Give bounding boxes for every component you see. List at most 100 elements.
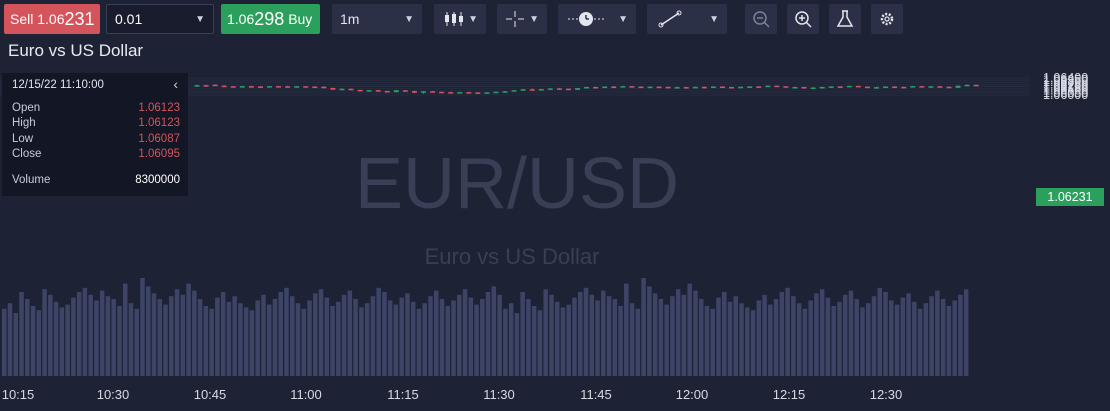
x-tick-label: 12:00 <box>676 387 709 402</box>
volume-bar <box>399 297 404 376</box>
candle-body <box>901 86 907 89</box>
x-tick-label: 10:30 <box>97 387 130 402</box>
candle-body <box>584 86 590 89</box>
candle-body <box>629 86 635 88</box>
volume-bar <box>140 278 145 376</box>
candle-body <box>864 86 870 89</box>
volume-bar <box>243 307 249 376</box>
candle-body <box>457 92 463 94</box>
current-price-badge: 1.06231 <box>1036 188 1104 206</box>
volume-label: Volume <box>12 174 51 186</box>
candle-body <box>611 86 617 89</box>
candle-body <box>738 86 744 89</box>
volume-bar <box>7 303 13 376</box>
volume-bar <box>117 306 122 376</box>
volume-bar <box>762 294 767 376</box>
candle-body <box>620 86 626 88</box>
y-tick-label: 1.06000 <box>1043 88 1088 102</box>
volume-bar <box>284 287 289 376</box>
volume-bar <box>71 297 76 376</box>
candle-body <box>556 88 562 90</box>
candle-body <box>647 86 653 89</box>
volume-bar <box>393 304 399 376</box>
volume-bar <box>272 299 278 376</box>
candle-body <box>792 86 798 89</box>
high-value: 1.06123 <box>138 117 180 129</box>
candle-body <box>248 86 254 88</box>
volume-bar <box>313 293 318 376</box>
candle-body <box>665 86 671 89</box>
volume-bar <box>65 304 70 376</box>
volume-bar <box>232 296 237 376</box>
volume-bar <box>128 303 134 376</box>
candle-body <box>502 91 508 93</box>
volume-bar <box>76 292 82 376</box>
volume-bar <box>266 304 272 376</box>
volume-bar <box>952 300 957 376</box>
candle-body <box>475 92 481 94</box>
volume-bar <box>578 292 583 376</box>
volume-bar <box>779 292 785 376</box>
volume-bar <box>180 294 186 376</box>
volume-bar <box>698 299 704 376</box>
volume-bar <box>848 290 854 376</box>
volume-bar <box>756 300 762 376</box>
volume-bar <box>203 306 209 376</box>
volume-value: 8300000 <box>135 174 180 186</box>
candle-body <box>312 86 318 89</box>
volume-bar <box>318 289 324 376</box>
volume-bar <box>923 303 929 376</box>
candle-body <box>955 85 961 88</box>
price-chart[interactable]: EUR/USDEuro vs US Dollar1.064001.063501.… <box>0 0 1110 411</box>
volume-bar <box>958 294 963 376</box>
volume-bar <box>722 292 727 376</box>
volume-bar <box>606 296 612 376</box>
volume-bar <box>324 297 330 376</box>
candle-body <box>266 86 272 88</box>
volume-bar <box>174 289 180 376</box>
candle-body <box>439 91 445 94</box>
volume-bar <box>773 299 779 376</box>
volume-bar <box>814 293 819 376</box>
candle-body <box>810 87 816 90</box>
candle-body <box>357 89 363 92</box>
candle-body <box>411 91 417 93</box>
volume-bar <box>462 289 468 376</box>
volume-bar <box>111 299 116 376</box>
candle-body <box>747 86 753 88</box>
volume-bar <box>134 308 139 376</box>
volume-bar <box>503 308 508 376</box>
candle-body <box>430 91 436 93</box>
volume-bar <box>704 306 710 376</box>
volume-bar <box>583 287 589 376</box>
candle-body <box>910 86 916 88</box>
volume-bar <box>624 283 629 376</box>
volume-bar <box>531 306 537 376</box>
volume-bar <box>681 294 687 376</box>
x-tick-label: 11:30 <box>483 387 515 402</box>
volume-bar <box>935 290 940 376</box>
volume-bar <box>410 301 416 376</box>
open-label: Open <box>12 102 41 114</box>
volume-bar <box>664 304 669 376</box>
candle-body <box>565 88 571 91</box>
candle-body <box>593 86 599 89</box>
x-tick-label: 12:30 <box>870 387 903 402</box>
candle-body <box>964 84 970 87</box>
volume-bar <box>889 300 894 376</box>
candle-body <box>348 88 354 91</box>
volume-bar <box>451 300 456 376</box>
candle-body <box>321 86 327 89</box>
volume-bar <box>912 301 917 376</box>
collapse-icon[interactable]: ‹ <box>173 76 178 92</box>
volume-bar <box>416 308 422 376</box>
volume-bar <box>2 308 7 376</box>
volume-bar <box>716 297 721 376</box>
volume-bar <box>249 310 255 376</box>
candle-body <box>221 85 227 88</box>
volume-bar <box>330 306 335 376</box>
volume-bar <box>866 303 871 376</box>
volume-bar <box>831 306 836 376</box>
x-tick-label: 10:15 <box>2 387 35 402</box>
volume-bar <box>710 308 715 376</box>
